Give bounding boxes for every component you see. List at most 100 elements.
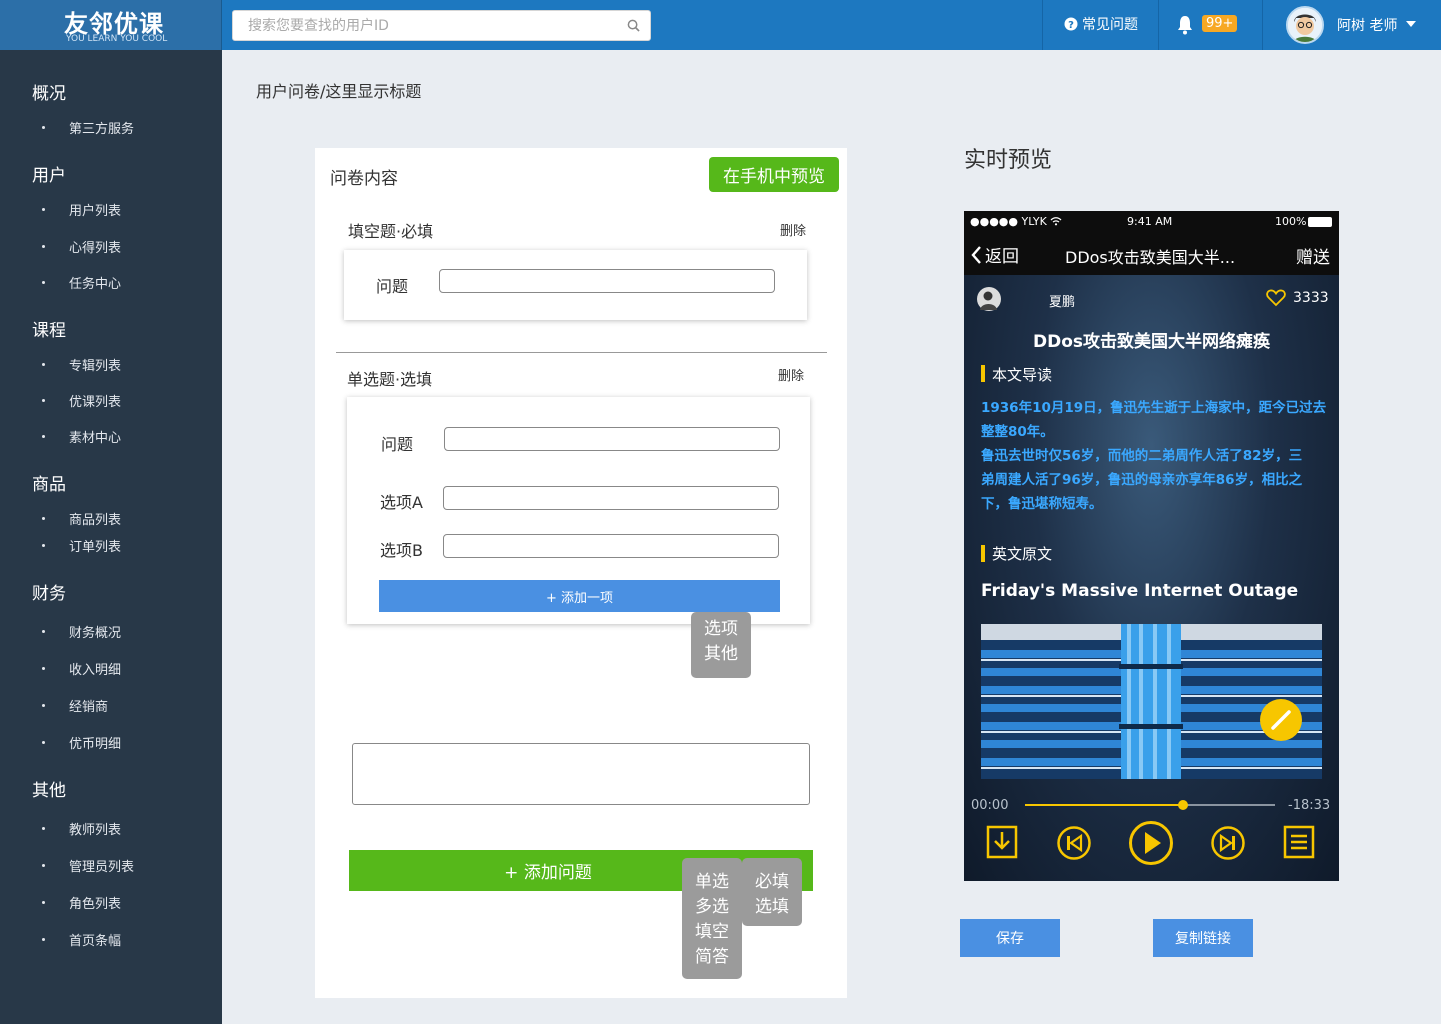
sidebar-group-title: 课程: [32, 321, 66, 341]
popup-type-item[interactable]: 多选: [682, 895, 742, 920]
user-name[interactable]: 阿树 老师: [1337, 15, 1397, 35]
question-type-popup: 单选 多选 填空 简答: [682, 858, 742, 979]
bullet-icon: [42, 208, 45, 211]
avatar[interactable]: [1286, 6, 1324, 44]
faq-link[interactable]: ? 常见问题: [1064, 14, 1138, 34]
popup-option-item[interactable]: 其他: [691, 642, 751, 667]
svg-text:?: ?: [1068, 20, 1074, 31]
intro-line: 鲁迅去世时仅56岁，而他的二弟周作人活了82岁，三: [981, 448, 1303, 464]
question-type-label: 单选题·选填: [347, 370, 433, 389]
edit-button[interactable]: [1260, 699, 1302, 741]
sidebar-item[interactable]: 收入明细: [42, 659, 121, 678]
back-button[interactable]: 返回: [970, 242, 1019, 267]
download-icon[interactable]: [986, 825, 1018, 859]
breadcrumb: 用户问卷/这里显示标题: [256, 82, 422, 101]
back-label: 返回: [985, 247, 1019, 267]
popup-type-item[interactable]: 单选: [682, 870, 742, 895]
bullet-icon: [42, 630, 45, 633]
battery-icon: [1308, 217, 1332, 227]
bullet-icon: [42, 281, 45, 284]
question-input[interactable]: [444, 427, 780, 451]
preview-title: 实时预览: [964, 148, 1053, 173]
sidebar-item-label: 财务概况: [69, 626, 122, 641]
delete-question-button[interactable]: 删除: [780, 220, 806, 239]
sidebar-item[interactable]: 管理员列表: [42, 856, 134, 875]
preview-on-phone-button[interactable]: 在手机中预览: [709, 157, 839, 192]
sidebar-item[interactable]: 第三方服务: [42, 118, 134, 137]
add-item-button[interactable]: + 添加一项: [379, 580, 780, 612]
top-bar: 友邻优课 YOU LEARN YOU COOL ? 常见问题 99+ 阿树: [0, 0, 1441, 50]
playlist-icon[interactable]: [1283, 825, 1315, 859]
sidebar-item[interactable]: 教师列表: [42, 819, 121, 838]
option-popup: 选项 其他: [691, 612, 751, 678]
sidebar-item[interactable]: 优课列表: [42, 391, 121, 410]
sidebar-item-label: 教师列表: [69, 823, 122, 838]
popup-type-item[interactable]: 简答: [682, 945, 742, 970]
gift-button[interactable]: 赠送: [1296, 243, 1330, 268]
option-b-input[interactable]: [443, 534, 779, 558]
chevron-down-icon[interactable]: [1406, 21, 1416, 27]
author-avatar[interactable]: [977, 287, 1001, 311]
english-title: Friday's Massive Internet Outage: [981, 581, 1299, 601]
likes-count: 3333: [1293, 290, 1329, 306]
popup-required-item[interactable]: 选填: [742, 895, 802, 920]
sidebar-item[interactable]: 任务中心: [42, 273, 121, 292]
phone-status-bar: ●●●●● YLYK 9:41 AM 100%: [964, 211, 1339, 233]
sidebar-item-label: 角色列表: [69, 897, 122, 912]
field-label: 问题: [381, 435, 414, 454]
help-icon: ?: [1064, 17, 1078, 31]
field-label: 问题: [376, 277, 409, 296]
search-input[interactable]: [233, 11, 623, 40]
sidebar-item[interactable]: 财务概况: [42, 622, 121, 641]
search-icon[interactable]: [627, 19, 640, 32]
pencil-icon: [1271, 710, 1291, 730]
sidebar-group-title: 商品: [32, 475, 66, 495]
logo[interactable]: 友邻优课 YOU LEARN YOU COOL: [0, 0, 222, 50]
sidebar-item-label: 专辑列表: [69, 359, 122, 374]
sidebar-item[interactable]: 素材中心: [42, 427, 121, 446]
sidebar-item-label: 经销商: [69, 700, 109, 715]
player-scrubber[interactable]: [1177, 800, 1188, 810]
sidebar-item[interactable]: 心得列表: [42, 237, 121, 256]
article-image: [981, 624, 1322, 779]
sidebar-item[interactable]: 专辑列表: [42, 355, 121, 374]
phone-preview: ●●●●● YLYK 9:41 AM 100% 返回 DDos攻击致美国大半..…: [964, 211, 1339, 881]
play-icon[interactable]: [1128, 820, 1174, 866]
bullet-icon: [42, 704, 45, 707]
heart-icon[interactable]: [1266, 289, 1286, 307]
bullet-icon: [42, 901, 45, 904]
bullet-icon: [42, 399, 45, 402]
article-title: DDos攻击致美国大半网络瘫痪: [1032, 332, 1271, 352]
popup-type-item[interactable]: 填空: [682, 920, 742, 945]
sidebar-item[interactable]: 优币明细: [42, 733, 121, 752]
copy-link-button[interactable]: 复制链接: [1153, 919, 1253, 957]
save-button[interactable]: 保存: [960, 919, 1060, 957]
search-box: [232, 10, 651, 41]
sidebar-item[interactable]: 用户列表: [42, 200, 121, 219]
sidebar-item[interactable]: 角色列表: [42, 893, 121, 912]
question-input[interactable]: [439, 269, 775, 293]
option-a-input[interactable]: [443, 486, 779, 510]
popup-required-item[interactable]: 必填: [742, 870, 802, 895]
bell-icon[interactable]: [1176, 15, 1194, 35]
previous-icon[interactable]: [1056, 825, 1092, 861]
player-remaining-time: -18:33: [1288, 798, 1331, 813]
chevron-left-icon: [971, 245, 981, 264]
bullet-icon: [42, 741, 45, 744]
sidebar-group-title: 财务: [32, 584, 66, 604]
sidebar-item-label: 管理员列表: [69, 860, 135, 875]
delete-question-button[interactable]: 删除: [778, 365, 804, 384]
description-textarea[interactable]: [352, 743, 810, 805]
sidebar-item[interactable]: 商品列表: [42, 509, 121, 528]
sidebar-item-label: 收入明细: [69, 663, 122, 678]
sidebar-item[interactable]: 经销商: [42, 696, 108, 715]
card-title: 问卷内容: [330, 169, 398, 189]
field-label: 选项A: [380, 493, 423, 512]
sidebar-item-label: 首页条幅: [69, 934, 122, 949]
sidebar-item[interactable]: 首页条幅: [42, 930, 121, 949]
player-current-time: 00:00: [971, 798, 1009, 813]
next-icon[interactable]: [1210, 825, 1246, 861]
popup-option-item[interactable]: 选项: [691, 617, 751, 642]
sidebar-item[interactable]: 订单列表: [42, 536, 121, 555]
sidebar-item-label: 素材中心: [69, 431, 122, 446]
